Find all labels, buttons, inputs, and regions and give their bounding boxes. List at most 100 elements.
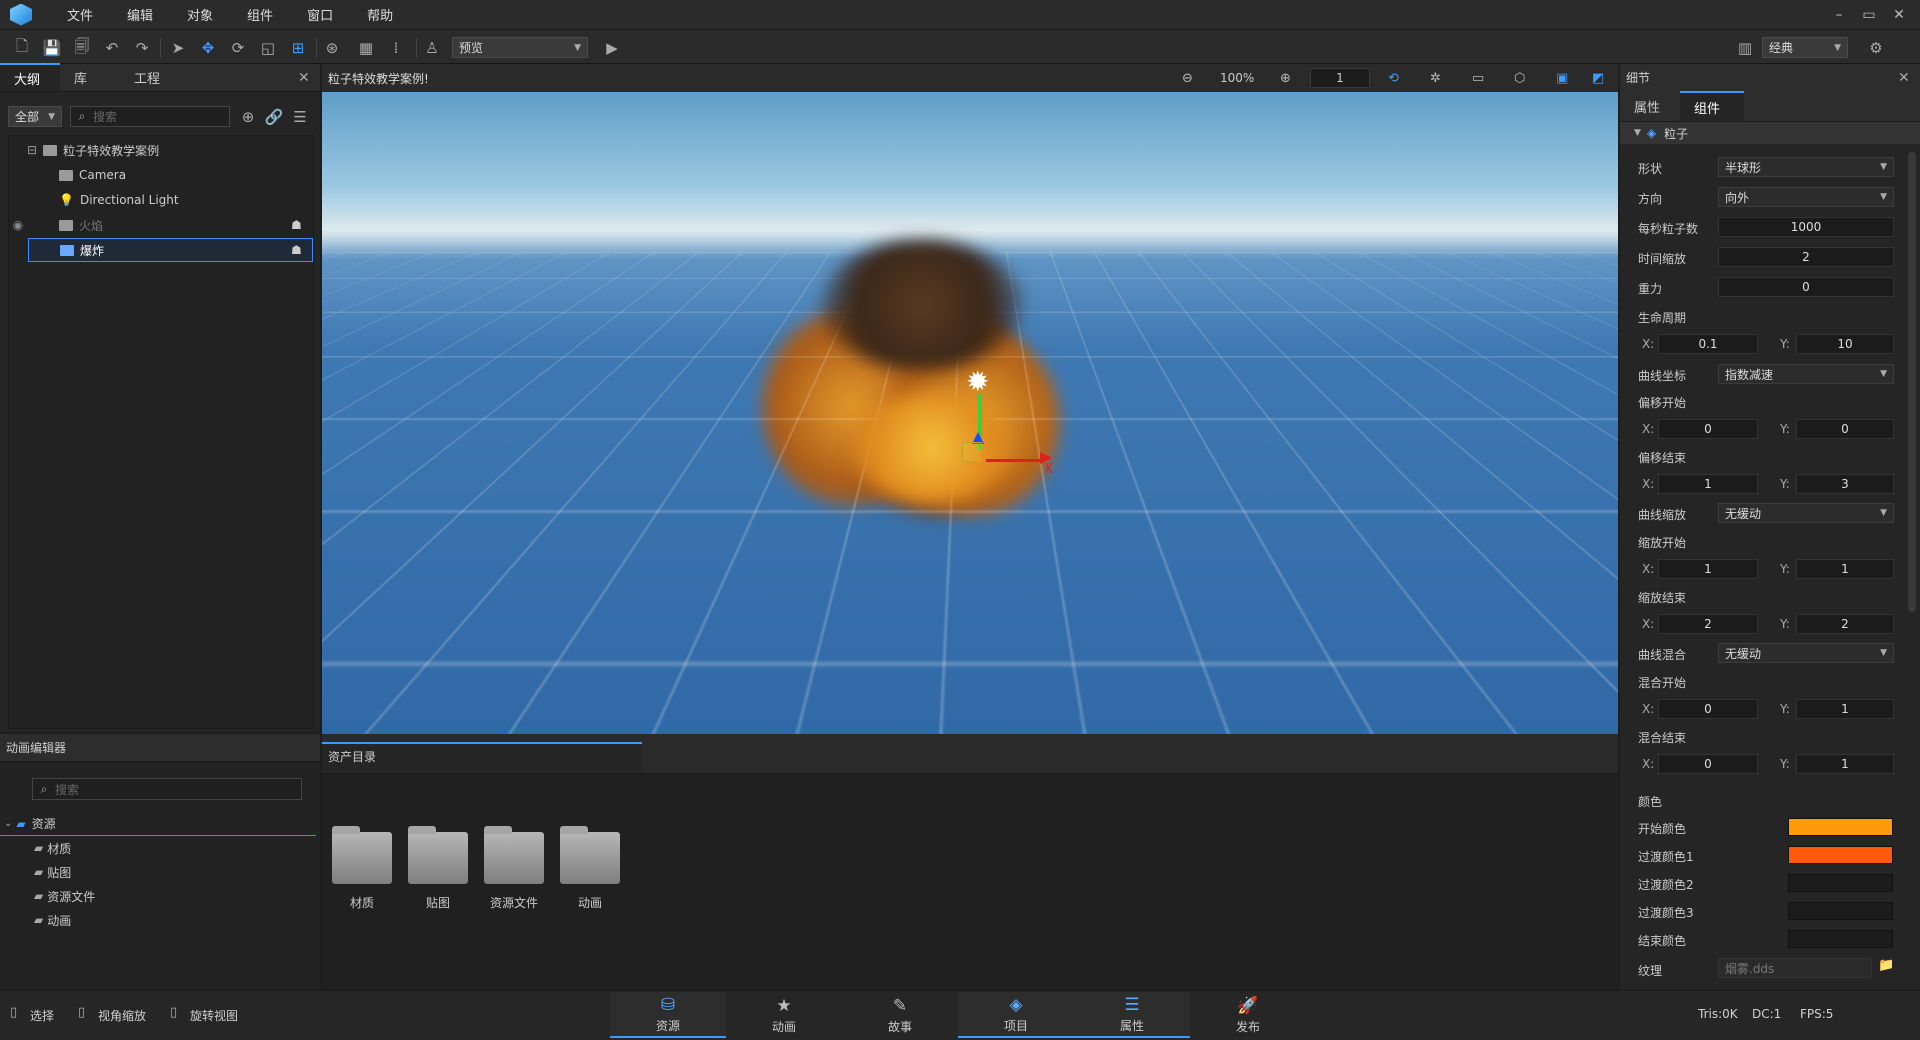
tree-item-fire[interactable]: ◉ 火焰 ☗ [9,213,314,237]
scale-tool-icon[interactable]: ◱ [256,36,280,60]
tree-add-icon[interactable]: ⊕ [236,105,260,129]
offset-end-x-input[interactable]: 1 [1658,474,1758,494]
tree-item-resource-files[interactable]: ▰ 资源文件 [34,884,95,908]
bottom-tab-story[interactable]: ✎ 故事 [842,992,958,1038]
curve-blend-select[interactable]: 无缓动 ▼ [1718,643,1894,663]
menu-component[interactable]: 组件 [230,5,290,24]
curve-scale-select[interactable]: 无缓动 ▼ [1718,503,1894,523]
menu-help[interactable]: 帮助 [350,5,410,24]
redo-icon[interactable]: ↷ [130,36,154,60]
tab-asset-directory[interactable]: 资产目录 [322,742,642,772]
blend-start-y-input[interactable]: 1 [1796,699,1894,719]
tree-item-explosion[interactable]: 爆炸 ☗ [28,238,313,262]
blend-start-x-input[interactable]: 0 [1658,699,1758,719]
tree-item-camera[interactable]: Camera [59,163,299,187]
details-scrollbar[interactable] [1908,152,1916,612]
scale-start-x-input[interactable]: 1 [1658,559,1758,579]
menu-object[interactable]: 对象 [170,5,230,24]
texture-input[interactable]: 烟雾.dds [1718,958,1872,978]
anim-search-input[interactable]: ⌕ 搜索 [32,778,302,800]
outline-search-input[interactable]: ⌕ 搜索 [70,106,230,127]
blend-end-x-input[interactable]: 0 [1658,754,1758,774]
outline-filter-select[interactable]: 全部 ▼ [8,106,62,127]
curve-coord-select[interactable]: 指数减速 ▼ [1718,364,1894,384]
bottom-tab-project[interactable]: ◈ 项目 [958,992,1074,1038]
folder-animations-icon[interactable] [560,832,620,884]
save-all-icon[interactable]: 🗐 [70,36,94,60]
scale-start-y-input[interactable]: 1 [1796,559,1894,579]
bottom-tab-properties[interactable]: ☰ 属性 [1074,992,1190,1038]
gravity-input[interactable]: 0 [1718,277,1894,297]
direction-select[interactable]: 向外 ▼ [1718,187,1894,207]
new-file-icon[interactable]: 🗋 [10,36,34,60]
visibility-eye-icon[interactable]: ◉ [9,218,27,232]
select-tool-icon[interactable]: ➤ [166,36,190,60]
menu-window[interactable]: 窗口 [290,5,350,24]
menu-file[interactable]: 文件 [50,5,110,24]
particle-section-header[interactable]: ▼ ◈ 粒子 [1620,122,1920,144]
timescale-input[interactable]: 2 [1718,247,1894,267]
close-icon[interactable]: ✕ [1898,70,1910,86]
tree-item-root[interactable]: ⊟ 粒子特效教学案例 [27,138,307,162]
transition-color-1-swatch[interactable] [1788,846,1893,864]
start-color-swatch[interactable] [1788,818,1893,836]
tree-item-animations[interactable]: ▰ 动画 [34,908,71,932]
tab-components[interactable]: 组件 [1680,91,1744,121]
end-color-swatch[interactable] [1788,930,1893,948]
pivot-icon[interactable]: ⊛ [320,36,344,60]
scene-viewport[interactable]: ✹ X [322,92,1618,734]
save-icon[interactable]: 💾 [40,36,64,60]
debug-icon[interactable]: ✲ [1430,71,1441,86]
close-window-button[interactable]: ✕ [1884,7,1914,23]
tree-item-materials[interactable]: ▰ 材质 [34,836,71,860]
close-icon[interactable]: ✕ [298,70,310,86]
scale-end-y-input[interactable]: 2 [1796,614,1894,634]
bottom-tab-publish[interactable]: 🚀 发布 [1190,992,1306,1038]
rate-input[interactable]: 1000 [1718,217,1894,237]
offset-start-x-input[interactable]: 0 [1658,419,1758,439]
folder-textures-icon[interactable] [408,832,468,884]
folder-resource-files-icon[interactable] [484,832,544,884]
camera-view-icon[interactable]: ▭ [1472,71,1484,86]
x-axis-handle[interactable] [986,459,1042,462]
bottom-tab-resources[interactable]: ⛁ 资源 [610,992,726,1038]
menu-edit[interactable]: 编辑 [110,5,170,24]
refresh-icon[interactable]: ⟲ [1388,71,1399,86]
snap-tool-icon[interactable]: ⊞ [286,36,310,60]
tree-item-textures[interactable]: ▰ 贴图 [34,860,71,884]
offset-start-y-input[interactable]: 0 [1796,419,1894,439]
tree-menu-icon[interactable]: ☰ [288,105,312,129]
tab-project[interactable]: 工程 [120,63,182,91]
transition-color-3-swatch[interactable] [1788,902,1893,920]
bottom-tab-animation[interactable]: ★ 动画 [726,992,842,1038]
zoom-in-icon[interactable]: ⊕ [1280,71,1291,86]
tab-library[interactable]: 库 [60,63,120,91]
maximize-view-icon[interactable]: ◩ [1592,71,1604,86]
grid-icon[interactable]: ▦ [354,36,378,60]
undo-icon[interactable]: ↶ [100,36,124,60]
folder-materials-icon[interactable] [332,832,392,884]
move-tool-icon[interactable]: ✥ [196,36,220,60]
zoom-out-icon[interactable]: ⊖ [1182,71,1193,86]
blend-end-y-input[interactable]: 1 [1796,754,1894,774]
layout-mode-select[interactable]: 经典 ▼ [1762,37,1848,58]
browse-folder-icon[interactable]: 📁 [1878,958,1894,973]
plane-handle[interactable] [962,442,982,462]
layout-icon[interactable]: ▥ [1733,36,1757,60]
shape-select[interactable]: 半球形 ▼ [1718,157,1894,177]
dot-grid-icon[interactable]: ⁞ [384,36,408,60]
maximize-button[interactable]: ▭ [1854,7,1884,23]
link-icon[interactable]: 🔗 [262,105,286,129]
settings-gear-icon[interactable]: ⚙ [1864,36,1888,60]
play-icon[interactable]: ▶ [600,36,624,60]
cube-icon[interactable]: ⬡ [1514,71,1525,86]
transition-color-2-swatch[interactable] [1788,874,1893,892]
rotate-tool-icon[interactable]: ⟳ [226,36,250,60]
player-icon[interactable]: ♙ [420,36,444,60]
tree-item-resources[interactable]: ⌄ ▰ 资源 [0,812,316,836]
tab-outline[interactable]: 大纲 [0,63,60,91]
lifetime-x-input[interactable]: 0.1 [1658,334,1758,354]
minimize-button[interactable]: – [1824,7,1854,23]
scale-end-x-input[interactable]: 2 [1658,614,1758,634]
tree-item-light[interactable]: 💡 Directional Light [59,188,299,212]
